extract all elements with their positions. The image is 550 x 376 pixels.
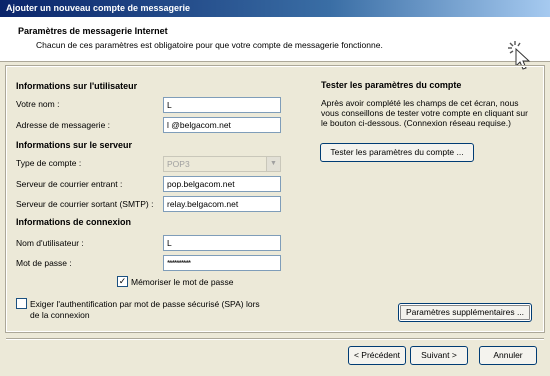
checkmark-icon: ✓ xyxy=(118,276,127,286)
footer-divider xyxy=(6,338,544,340)
username-field[interactable]: L xyxy=(163,235,281,251)
cancel-button[interactable]: Annuler xyxy=(479,346,537,365)
login-info-heading: Informations de connexion xyxy=(16,217,132,227)
name-label: Votre nom : xyxy=(16,99,60,109)
remember-password-label: Mémoriser le mot de passe xyxy=(131,277,234,287)
password-field[interactable]: ********** xyxy=(163,255,281,271)
account-type-value: POP3 xyxy=(167,159,190,169)
username-label: Nom d'utilisateur : xyxy=(16,238,84,248)
account-type-select: POP3 ▼ xyxy=(163,156,281,172)
outgoing-server-field[interactable]: relay.belgacom.net xyxy=(163,196,281,212)
page-title: Paramètres de messagerie Internet xyxy=(18,26,168,36)
wizard-header: Paramètres de messagerie Internet Chacun… xyxy=(0,17,550,70)
spa-label-line1: Exiger l'authentification par mot de pas… xyxy=(30,299,260,309)
remember-password-checkbox[interactable]: ✓ xyxy=(117,276,128,287)
test-settings-heading: Tester les paramètres du compte xyxy=(321,80,462,90)
name-field[interactable]: L xyxy=(163,97,281,113)
account-type-label: Type de compte : xyxy=(16,158,82,168)
email-field[interactable]: l @belgacom.net xyxy=(163,117,281,133)
spa-checkbox[interactable] xyxy=(16,298,27,309)
incoming-server-field[interactable]: pop.belgacom.net xyxy=(163,176,281,192)
server-info-heading: Informations sur le serveur xyxy=(16,140,133,150)
user-info-heading: Informations sur l'utilisateur xyxy=(16,81,138,91)
next-button[interactable]: Suivant > xyxy=(410,346,468,365)
test-settings-description: Après avoir complété les champs de cet é… xyxy=(321,98,528,128)
incoming-server-label: Serveur de courrier entrant : xyxy=(16,179,123,189)
spa-label-line2: de la connexion xyxy=(30,310,90,320)
test-account-settings-button[interactable]: Tester les paramètres du compte ... xyxy=(320,143,474,162)
window-title: Ajouter un nouveau compte de messagerie xyxy=(0,0,550,17)
page-subtitle: Chacun de ces paramètres est obligatoire… xyxy=(36,40,383,50)
email-label: Adresse de messagerie : xyxy=(16,120,111,130)
chevron-down-icon: ▼ xyxy=(266,157,280,171)
back-button[interactable]: < Précédent xyxy=(348,346,406,365)
more-settings-button[interactable]: Paramètres supplémentaires ... xyxy=(398,303,532,322)
outgoing-server-label: Serveur de courrier sortant (SMTP) : xyxy=(16,199,154,209)
password-label: Mot de passe : xyxy=(16,258,72,268)
